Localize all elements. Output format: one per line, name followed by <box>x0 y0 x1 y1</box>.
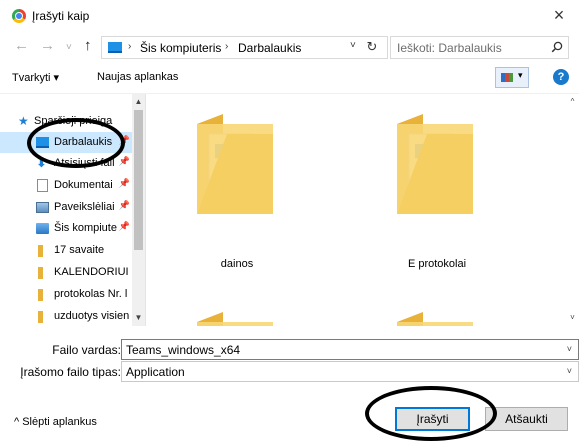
folder-label: E protokolai <box>407 258 467 270</box>
folder-icon <box>38 311 43 323</box>
folder-item[interactable]: E protokolai <box>372 94 473 270</box>
folder-icon <box>38 267 43 279</box>
breadcrumb-separator: › <box>128 41 132 52</box>
view-icon <box>501 73 513 82</box>
pin-icon: 📌 <box>118 178 130 188</box>
breadcrumb-this-pc[interactable]: Šis kompiuteris <box>140 41 221 55</box>
content-scrollbar[interactable]: ^ ˅ <box>566 94 579 326</box>
sidebar-item-label: Šis kompiute <box>54 222 117 234</box>
new-folder-button[interactable]: Naujas aplankas <box>97 71 178 83</box>
filename-label: Failo vardas: <box>52 343 121 357</box>
search-icon <box>551 41 563 53</box>
view-dropdown-icon[interactable]: ▾ <box>518 70 523 81</box>
documents-icon <box>37 179 48 192</box>
sidebar-item-folder[interactable]: KALENDORIUI <box>0 262 132 283</box>
command-bar: Tvarkyti ▾ Naujas aplankas ▾ ? <box>0 62 579 94</box>
folder-item[interactable]: dainos <box>172 94 273 270</box>
scroll-up-icon[interactable]: ^ <box>568 97 577 107</box>
filetype-select[interactable]: Application ˅ <box>121 361 579 382</box>
search-input[interactable]: Ieškoti: Darbalaukis <box>397 41 502 55</box>
filename-row: Failo vardas: Teams_windows_x64 ˅ <box>0 339 579 361</box>
scroll-down-icon[interactable]: ˅ <box>568 313 577 323</box>
refresh-icon[interactable]: ↻ <box>365 40 379 54</box>
sidebar-item-desktop[interactable]: Darbalaukis 📌 <box>0 132 132 153</box>
folder-icon <box>397 114 473 214</box>
star-icon: ★ <box>18 114 29 128</box>
sidebar-item-pictures[interactable]: Paveikslėliai 📌 <box>0 197 132 218</box>
sidebar-item-this-pc[interactable]: Šis kompiute 📌 <box>0 218 132 239</box>
sidebar-item-label: 17 savaite <box>54 244 105 256</box>
filename-input[interactable]: Teams_windows_x64 <box>126 343 240 357</box>
sidebar-item-label: uzduotys visien <box>54 310 130 322</box>
folder-icon <box>38 289 43 301</box>
filename-field[interactable]: Teams_windows_x64 ˅ <box>121 339 579 360</box>
sidebar-item-label: Sparčioji prieiga <box>34 115 113 127</box>
sidebar-item-label: Paveikslėliai <box>54 201 115 213</box>
window-title: Įrašyti kaip <box>32 9 90 23</box>
up-icon[interactable]: ↑ <box>84 38 92 54</box>
filetype-label: Įrašomo failo tipas: <box>20 365 121 379</box>
download-icon: ⬇ <box>36 155 47 170</box>
pictures-icon <box>36 202 49 213</box>
sidebar-item-label: Darbalaukis <box>54 136 113 148</box>
back-icon[interactable]: ← <box>14 38 29 54</box>
sidebar-item-label: protokolas Nr. l <box>54 288 128 300</box>
sidebar-item-documents[interactable]: Dokumentai 📌 <box>0 175 132 196</box>
breadcrumb-desktop[interactable]: Darbalaukis <box>238 41 301 55</box>
sidebar-item-folder[interactable]: uzduotys visien <box>0 306 132 326</box>
address-bar[interactable]: › Šis kompiuteris › Darbalaukis ˅ <box>101 36 388 59</box>
scrollbar-thumb[interactable] <box>134 110 143 250</box>
sidebar-item-label: Atsisiųsti fail <box>54 157 115 169</box>
chevron-down-icon[interactable]: ˅ <box>567 344 572 354</box>
close-icon[interactable]: × <box>547 4 571 28</box>
desktop-icon <box>36 137 49 148</box>
cancel-button[interactable]: Atšaukti <box>485 407 568 431</box>
navigation-bar: ← → ˅ ↑ › Šis kompiuteris › Darbalaukis … <box>0 32 579 62</box>
navigation-pane: ★ Sparčioji prieiga Darbalaukis 📌 ⬇ Atsi… <box>0 94 146 326</box>
scroll-down-icon[interactable]: ▼ <box>134 313 143 323</box>
forward-icon[interactable]: → <box>40 38 55 54</box>
sidebar-item-label: Dokumentai <box>54 179 113 191</box>
help-icon[interactable]: ? <box>553 69 569 85</box>
pin-icon: 📌 <box>118 156 130 166</box>
breadcrumb-separator: › <box>225 41 229 52</box>
address-dropdown-icon[interactable]: ˅ <box>350 40 356 51</box>
folder-icon <box>397 312 473 326</box>
chevron-down-icon[interactable]: ˅ <box>567 366 572 376</box>
scroll-up-icon[interactable]: ▲ <box>134 97 143 107</box>
recent-locations-icon[interactable]: ˅ <box>66 40 72 56</box>
sidebar-item-quick-access[interactable]: ★ Sparčioji prieiga <box>0 111 132 132</box>
dialog-footer: ^ Slėpti aplankus Įrašyti Atšaukti <box>0 395 579 443</box>
desktop-icon <box>108 42 122 53</box>
organize-button[interactable]: Tvarkyti ▾ <box>12 71 59 84</box>
filetype-row: Įrašomo failo tipas: Application ˅ <box>0 361 579 383</box>
sidebar-item-downloads[interactable]: ⬇ Atsisiųsti fail 📌 <box>0 153 132 174</box>
file-list: dainos E protokolai <box>147 94 566 326</box>
computer-icon <box>36 223 49 234</box>
folder-icon <box>197 312 273 326</box>
chrome-icon <box>12 9 26 23</box>
folder-icon <box>197 114 273 214</box>
sidebar-item-folder[interactable]: 17 savaite <box>0 240 132 261</box>
search-box[interactable]: Ieškoti: Darbalaukis <box>390 36 569 59</box>
title-bar: Įrašyti kaip × <box>0 0 579 32</box>
sidebar-item-folder[interactable]: protokolas Nr. l <box>0 284 132 305</box>
pin-icon: 📌 <box>118 200 130 210</box>
pin-icon: 📌 <box>118 135 130 145</box>
change-view-button[interactable]: ▾ <box>495 67 529 88</box>
sidebar-scrollbar[interactable]: ▲ ▼ <box>132 94 145 326</box>
folder-icon <box>38 245 43 257</box>
save-button[interactable]: Įrašyti <box>395 407 470 431</box>
pin-icon: 📌 <box>118 221 130 231</box>
folder-item[interactable] <box>172 292 273 326</box>
filetype-value: Application <box>126 365 185 379</box>
hide-folders-button[interactable]: ^ Slėpti aplankus <box>14 416 97 428</box>
sidebar-item-label: KALENDORIUI <box>54 266 129 278</box>
folder-item[interactable] <box>372 292 473 326</box>
folder-label: dainos <box>220 258 254 270</box>
